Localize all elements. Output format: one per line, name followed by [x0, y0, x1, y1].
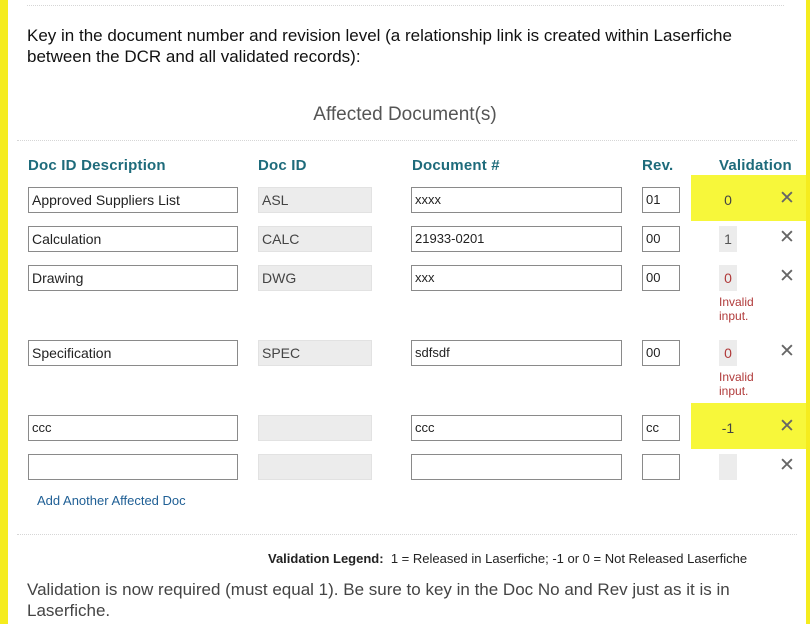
header-doc-id-description: Doc ID Description [28, 157, 166, 174]
revision-input[interactable] [642, 454, 680, 480]
doc-description-input[interactable]: ccc [28, 415, 238, 441]
doc-id-field [258, 415, 372, 441]
revision-input[interactable]: 00 [642, 340, 680, 366]
document-number-input[interactable]: sdfsdf [411, 340, 622, 366]
instructions-text: Key in the document number and revision … [27, 26, 732, 66]
validation-value: 1 [719, 226, 737, 252]
validation-legend: Validation Legend: 1 = Released in Laser… [268, 551, 747, 566]
validation-value: 0 [724, 192, 732, 208]
section-title: Affected Document(s) [313, 104, 497, 125]
right-edge-bar [806, 0, 810, 624]
validation-value: 0 [719, 265, 737, 291]
top-divider [27, 5, 784, 6]
document-number-input[interactable]: 21933-0201 [411, 226, 622, 252]
add-affected-doc-link[interactable]: Add Another Affected Doc [37, 493, 186, 508]
doc-description-input[interactable]: Specification [28, 340, 238, 366]
doc-id-field: SPEC [258, 340, 372, 366]
close-icon[interactable]: ✕ [778, 456, 796, 475]
revision-input[interactable]: 01 [642, 187, 680, 213]
close-icon[interactable]: ✕ [778, 189, 796, 208]
header-doc-id: Doc ID [258, 157, 307, 174]
legend-text: 1 = Released in Laserfiche; -1 or 0 = No… [390, 551, 748, 566]
doc-description-input[interactable]: Approved Suppliers List [28, 187, 238, 213]
doc-description-input[interactable]: Calculation [28, 226, 238, 252]
close-icon[interactable]: ✕ [778, 267, 796, 286]
doc-id-field: DWG [258, 265, 372, 291]
doc-description-input[interactable]: Drawing [28, 265, 238, 291]
legend-label: Validation Legend: [268, 551, 384, 566]
doc-description-input[interactable] [28, 454, 238, 480]
revision-input[interactable]: cc [642, 415, 680, 441]
document-number-input[interactable] [411, 454, 622, 480]
document-number-input[interactable]: xxxx [411, 187, 622, 213]
revision-input[interactable]: 00 [642, 226, 680, 252]
validation-note: Validation is now required (must equal 1… [27, 580, 730, 620]
validation-error: Invalid input. [719, 370, 754, 398]
close-icon[interactable]: ✕ [778, 417, 796, 436]
header-validation: Validation [719, 157, 792, 174]
legend-divider [17, 534, 797, 535]
doc-id-field [258, 454, 372, 480]
document-number-input[interactable]: xxx [411, 265, 622, 291]
header-revision: Rev. [642, 157, 674, 174]
document-number-input[interactable]: ccc [411, 415, 622, 441]
header-document-number: Document # [412, 157, 500, 174]
validation-value [719, 454, 737, 480]
validation-error: Invalid input. [719, 295, 754, 323]
close-icon[interactable]: ✕ [778, 228, 796, 247]
revision-input[interactable]: 00 [642, 265, 680, 291]
validation-value: 0 [719, 340, 737, 366]
validation-value: -1 [721, 420, 735, 436]
section-divider [17, 140, 797, 141]
left-edge-bar [0, 0, 8, 624]
doc-id-field: CALC [258, 226, 372, 252]
doc-id-field: ASL [258, 187, 372, 213]
close-icon[interactable]: ✕ [778, 342, 796, 361]
